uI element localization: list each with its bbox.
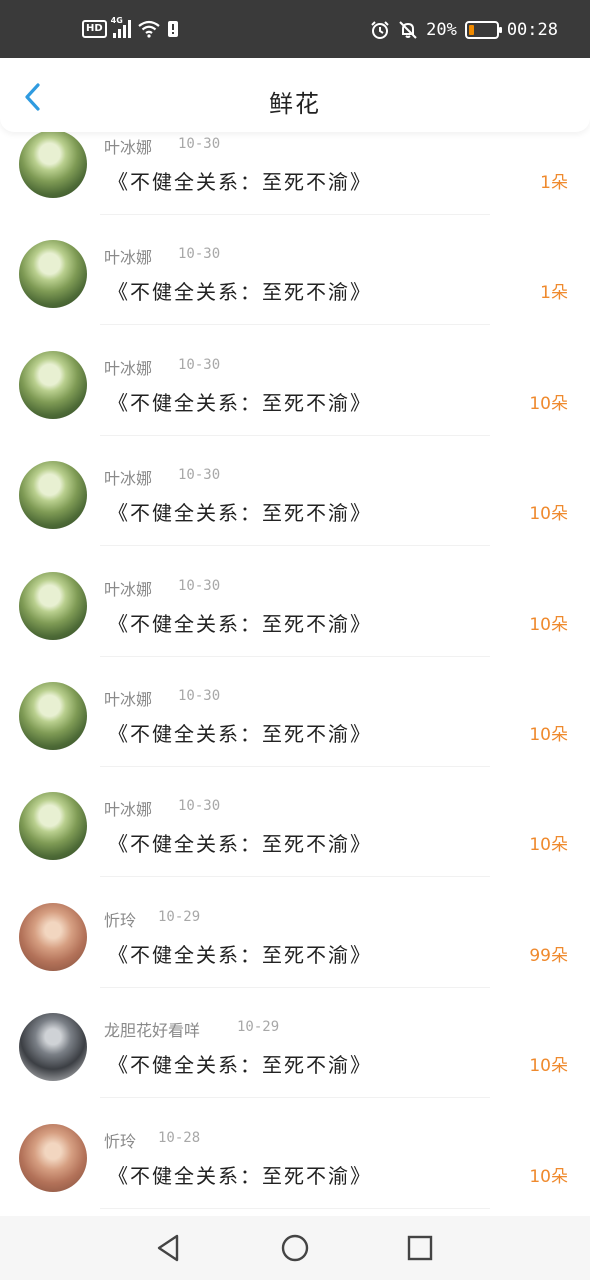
avatar[interactable] [19, 902, 87, 971]
wifi-icon [137, 20, 160, 38]
mute-bell-icon [399, 21, 417, 39]
book-title: 《不健全关系：至死不渝》 [108, 1163, 372, 1188]
send-date: 10-30 [178, 246, 221, 263]
alarm-icon [371, 21, 389, 39]
divider [100, 545, 490, 547]
status-bar: HD 4G 20% 00:28 [0, 0, 590, 58]
flower-count: 10朵 [529, 835, 568, 856]
send-date: 10-30 [178, 688, 221, 704]
avatar[interactable] [19, 1123, 87, 1192]
flower-count: 1朵 [540, 283, 568, 304]
sender-name[interactable]: 叶冰娜 [104, 576, 152, 600]
battery-percent: 20% [426, 20, 457, 40]
status-left: HD 4G [82, 16, 179, 38]
sender-name[interactable]: 叶冰娜 [104, 465, 152, 489]
hd-badge: HD [82, 20, 107, 38]
flower-count: 10朵 [529, 504, 568, 525]
send-date: 10-29 [237, 1019, 280, 1036]
avatar[interactable] [19, 682, 87, 750]
list-item[interactable]: 叶冰娜 10-30 《不健全关系：至死不渝》 10朵 [0, 350, 590, 461]
avatar[interactable] [19, 240, 87, 309]
avatar[interactable] [19, 350, 87, 419]
book-title: 《不健全关系：至死不渝》 [108, 1053, 372, 1078]
send-date: 10-30 [178, 798, 221, 815]
sender-name[interactable]: 忻玲 [104, 1128, 136, 1152]
flower-count: 10朵 [529, 614, 568, 635]
clock: 00:28 [506, 20, 558, 40]
divider [100, 1097, 490, 1099]
send-date: 10-29 [158, 908, 201, 925]
send-date: 10-30 [178, 356, 221, 373]
divider [100, 986, 490, 988]
book-title: 《不健全关系：至死不渝》 [108, 170, 372, 194]
flower-count: 10朵 [529, 1166, 568, 1187]
book-title: 《不健全关系：至死不渝》 [108, 942, 372, 967]
send-date: 10-30 [178, 467, 221, 484]
divider [100, 1207, 490, 1209]
avatar[interactable] [19, 130, 87, 198]
signal-icon: 4G [111, 16, 131, 38]
send-date: 10-28 [158, 1129, 201, 1146]
recents-square-icon[interactable] [404, 1232, 436, 1264]
book-title: 《不健全关系：至死不渝》 [108, 832, 372, 857]
sender-name[interactable]: 忻玲 [104, 907, 136, 931]
send-date: 10-30 [178, 577, 221, 594]
avatar[interactable] [19, 571, 87, 640]
sim-alert-icon [167, 21, 178, 37]
flower-count: 1朵 [540, 173, 568, 193]
flower-list[interactable]: 叶冰娜 10-30 《不健全关系：至死不渝》 1朵 叶冰娜 10-30 《不健全关系：至死不… [0, 130, 590, 1216]
book-title: 《不健全关系：至死不渝》 [108, 722, 372, 746]
list-item[interactable]: 叶冰娜 10-30 《不健全关系：至死不渝》 10朵 [0, 682, 590, 792]
list-item[interactable]: 忻玲 10-28 《不健全关系：至死不渝》 10朵 [0, 1123, 590, 1216]
sender-name[interactable]: 叶冰娜 [104, 355, 152, 379]
divider [100, 434, 490, 436]
list-item[interactable]: 龙胆花好看咩 10-29 《不健全关系：至死不渝》 10朵 [0, 1013, 590, 1123]
page-title: 鲜花 [269, 90, 321, 118]
sender-name[interactable]: 叶冰娜 [104, 244, 152, 268]
home-circle-icon[interactable] [279, 1232, 311, 1264]
network-type: 4G [110, 16, 123, 25]
list-item[interactable]: 叶冰娜 10-30 《不健全关系：至死不渝》 1朵 [0, 130, 590, 240]
list-item[interactable]: 叶冰娜 10-30 《不健全关系：至死不渝》 10朵 [0, 571, 590, 682]
divider [100, 324, 490, 326]
divider [100, 766, 490, 767]
divider [100, 655, 490, 657]
book-title: 《不健全关系：至死不渝》 [108, 501, 372, 526]
flower-count: 10朵 [529, 1056, 568, 1077]
list-item[interactable]: 忻玲 10-29 《不健全关系：至死不渝》 99朵 [0, 902, 590, 1013]
flower-count: 10朵 [529, 393, 568, 414]
sender-name[interactable]: 叶冰娜 [104, 686, 152, 710]
avatar[interactable] [19, 792, 87, 861]
list-item[interactable]: 叶冰娜 10-30 《不健全关系：至死不渝》 10朵 [0, 461, 590, 571]
avatar[interactable] [19, 461, 87, 530]
divider [100, 214, 490, 215]
header: 鲜花 [0, 58, 590, 132]
sender-name[interactable]: 叶冰娜 [104, 796, 152, 820]
navigation-bar [0, 1216, 590, 1280]
flower-count: 10朵 [529, 725, 568, 745]
battery-icon [464, 21, 502, 39]
sender-name[interactable]: 叶冰娜 [104, 134, 152, 158]
send-date: 10-30 [178, 136, 221, 152]
list-item[interactable]: 叶冰娜 10-30 《不健全关系：至死不渝》 10朵 [0, 792, 590, 902]
book-title: 《不健全关系：至死不渝》 [108, 280, 372, 305]
back-triangle-icon[interactable] [153, 1232, 185, 1264]
divider [100, 876, 490, 878]
book-title: 《不健全关系：至死不渝》 [108, 611, 372, 636]
sender-name[interactable]: 龙胆花好看咩 [104, 1017, 200, 1041]
status-right: 20% 00:28 [370, 20, 558, 40]
avatar[interactable] [19, 1013, 87, 1082]
battery-fill [468, 25, 474, 35]
flower-count: 99朵 [529, 945, 568, 966]
book-title: 《不健全关系：至死不渝》 [108, 390, 372, 415]
list-item[interactable]: 叶冰娜 10-30 《不健全关系：至死不渝》 1朵 [0, 240, 590, 350]
